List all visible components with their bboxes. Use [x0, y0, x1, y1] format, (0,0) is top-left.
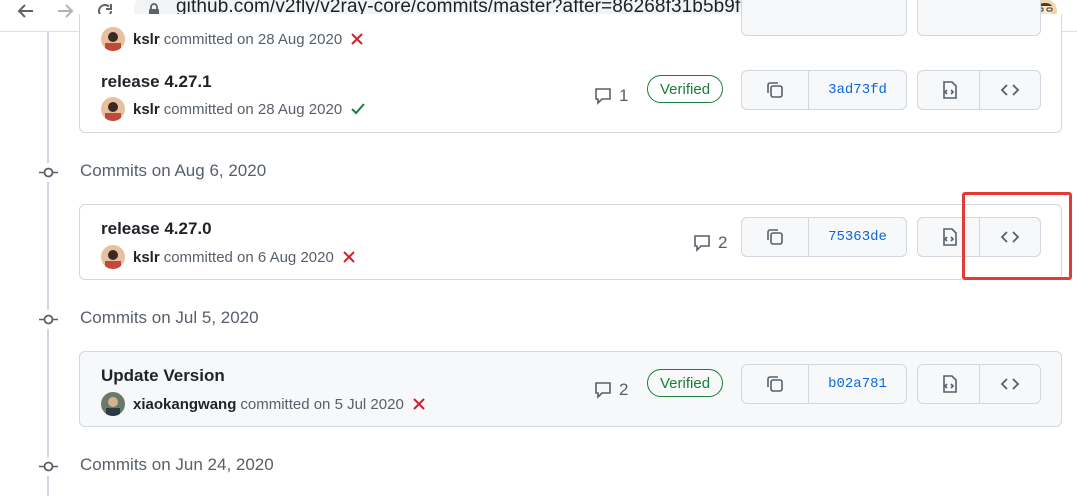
- commits-group-date: Commits on Jul 5, 2020: [80, 308, 259, 327]
- comment-count[interactable]: 2: [593, 380, 628, 400]
- sha-button-group: [741, 0, 907, 36]
- avatar[interactable]: [101, 27, 125, 51]
- commit-item: release 4.27.1 kslr committed on 28 Aug …: [79, 59, 1062, 133]
- author-link[interactable]: xiaokangwang: [133, 396, 236, 413]
- commit-meta: kslr committed on 28 Aug 2020: [101, 27, 364, 51]
- commit-item: Update Version xiaokangwang committed on…: [79, 351, 1062, 427]
- check-icon[interactable]: [350, 102, 366, 116]
- copy-icon: [767, 376, 783, 392]
- avatar[interactable]: [101, 392, 125, 416]
- commit-meta: xiaokangwang committed on 5 Jul 2020: [101, 392, 426, 416]
- commit-title[interactable]: release 4.27.0: [101, 219, 212, 239]
- comment-count-text: 1: [619, 86, 629, 105]
- browse-button-group: [917, 70, 1041, 110]
- back-arrow-icon: [17, 4, 33, 18]
- browse-button-group: [917, 364, 1041, 404]
- browse-files-icon: [942, 81, 957, 99]
- sha-button-group: 75363de: [741, 217, 907, 257]
- x-icon[interactable]: [342, 250, 356, 264]
- code-icon: [1000, 378, 1020, 390]
- commit-date: committed on 28 Aug 2020: [163, 30, 343, 48]
- code-icon: [1000, 84, 1020, 96]
- comment-count-text: 2: [718, 233, 728, 252]
- browse-repo-at-commit-button[interactable]: [979, 71, 1040, 109]
- browse-button-group: [917, 0, 1041, 36]
- browse-files-icon: [942, 228, 957, 246]
- commit-meta: kslr committed on 6 Aug 2020: [101, 245, 356, 269]
- comment-icon: [595, 88, 611, 105]
- commits-group-date: Commits on Jun 24, 2020: [80, 455, 274, 474]
- forward-arrow-icon: [58, 4, 74, 18]
- author-link[interactable]: kslr: [133, 249, 160, 266]
- view-commit-details-button[interactable]: [918, 71, 979, 109]
- highlight-annotation-box: [962, 192, 1072, 280]
- copy-sha-button[interactable]: [742, 218, 808, 256]
- view-commit-details-button[interactable]: [918, 365, 979, 403]
- copy-sha-button[interactable]: [742, 71, 808, 109]
- copy-icon: [767, 229, 783, 245]
- browse-files-icon: [942, 375, 957, 393]
- timeline-line: [47, 32, 49, 496]
- commit-title[interactable]: Update Version: [101, 366, 225, 386]
- commit-meta: kslr committed on 28 Aug 2020: [101, 97, 366, 121]
- back-button[interactable]: [11, 0, 41, 22]
- commit-title[interactable]: release 4.27.1: [101, 72, 212, 92]
- x-icon[interactable]: [412, 397, 426, 411]
- commit-sha-link[interactable]: 75363de: [808, 218, 906, 256]
- commit-item-partial: kslr committed on 28 Aug 2020: [79, 0, 1062, 60]
- commit-node-icon: [39, 163, 58, 182]
- comment-icon: [595, 382, 611, 399]
- avatar[interactable]: [101, 245, 125, 269]
- commit-date: committed on 28 Aug 2020: [163, 100, 343, 118]
- x-icon[interactable]: [350, 32, 364, 46]
- forward-button[interactable]: [50, 0, 80, 22]
- author-link[interactable]: kslr: [133, 101, 160, 118]
- comment-count[interactable]: 2: [692, 233, 727, 253]
- copy-icon: [767, 82, 783, 98]
- comment-count[interactable]: 1: [593, 86, 628, 106]
- commit-item: release 4.27.0 kslr committed on 6 Aug 2…: [79, 204, 1062, 280]
- comment-icon: [694, 235, 710, 252]
- sha-button-group: b02a781: [741, 364, 907, 404]
- author-link[interactable]: kslr: [133, 31, 160, 48]
- commits-group-date: Commits on Aug 6, 2020: [80, 161, 267, 180]
- commit-date: committed on 6 Aug 2020: [163, 248, 334, 266]
- commit-sha-link[interactable]: b02a781: [808, 365, 906, 403]
- copy-sha-button[interactable]: [742, 365, 808, 403]
- avatar[interactable]: [101, 97, 125, 121]
- browse-repo-at-commit-button[interactable]: [979, 365, 1040, 403]
- commit-node-icon: [39, 310, 58, 329]
- verified-badge[interactable]: Verified: [647, 75, 724, 103]
- verified-badge[interactable]: Verified: [647, 369, 724, 397]
- commit-date: committed on 5 Jul 2020: [240, 395, 404, 413]
- commit-node-icon: [39, 457, 58, 476]
- commit-sha-link[interactable]: 3ad73fd: [808, 71, 906, 109]
- sha-button-group: 3ad73fd: [741, 70, 907, 110]
- comment-count-text: 2: [619, 380, 629, 399]
